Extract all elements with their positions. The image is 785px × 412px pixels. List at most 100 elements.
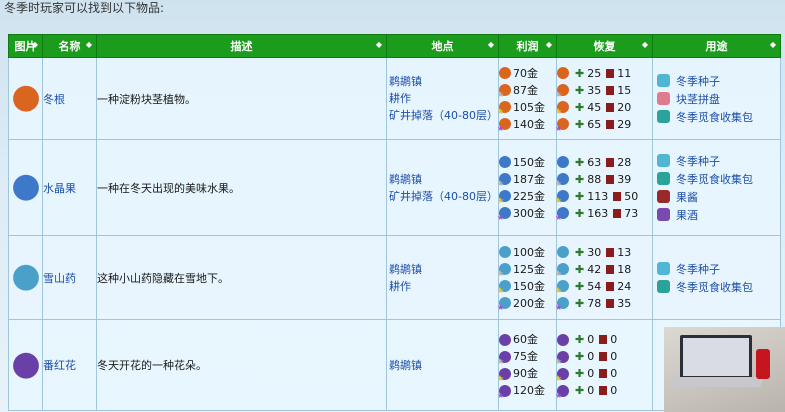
ad-thumbnail[interactable] bbox=[664, 327, 785, 412]
energy-icon: ✚ bbox=[575, 172, 585, 186]
location-link[interactable]: 鹈鹕镇 bbox=[387, 261, 498, 278]
soda-can-image bbox=[756, 349, 770, 379]
location-link[interactable]: 耕作 bbox=[387, 90, 498, 107]
quality-star-icon: ★ bbox=[497, 390, 505, 400]
use-link[interactable]: 果酱 bbox=[653, 188, 780, 206]
quality-star-icon: ★ bbox=[555, 390, 563, 400]
health-icon bbox=[606, 247, 615, 257]
health-value: 18 bbox=[617, 262, 632, 276]
quality-star-icon: ★ bbox=[497, 356, 505, 366]
quality-star-icon: ★ bbox=[497, 213, 505, 222]
energy-value: 30 bbox=[587, 245, 602, 259]
item-thumb-icon: ★ bbox=[555, 101, 569, 116]
quality-star-icon: ★ bbox=[497, 373, 505, 383]
location-link[interactable]: 耕作 bbox=[387, 278, 498, 295]
use-link[interactable]: 冬季觅食收集包 bbox=[653, 108, 780, 126]
location-link[interactable]: 鹈鹕镇 bbox=[387, 357, 498, 374]
quality-star-icon: ★ bbox=[497, 124, 505, 133]
profit-value: 140金 bbox=[513, 117, 545, 131]
use-item-icon bbox=[657, 92, 670, 105]
location-link[interactable]: 矿井掉落（40-80层） bbox=[387, 188, 498, 205]
item-image bbox=[12, 346, 39, 381]
item-thumb-icon: ★ bbox=[497, 84, 511, 99]
use-link[interactable]: 冬季种子 bbox=[653, 152, 780, 170]
table-row: 雪山药 这种小山药隐藏在雪地下。 鹈鹕镇 耕作 100金 ★ 125金 ★ 150金 ★ 200金 ✚… bbox=[8, 235, 781, 320]
energy-value: 0 bbox=[587, 350, 595, 363]
item-description: 这种小山药隐藏在雪地下。 bbox=[96, 235, 387, 320]
item-thumb-icon: ★ bbox=[497, 350, 511, 366]
energy-icon: ✚ bbox=[575, 66, 585, 80]
health-icon bbox=[613, 208, 622, 218]
use-link[interactable]: 冬季种子 bbox=[653, 72, 780, 90]
header-image[interactable]: 图片 ◆ bbox=[8, 34, 43, 58]
profit-value: 225金 bbox=[513, 189, 545, 203]
item-thumb-icon bbox=[499, 333, 511, 346]
header-profit[interactable]: 利润 ◆ bbox=[498, 34, 557, 58]
energy-icon: ✚ bbox=[575, 384, 585, 397]
use-link[interactable]: 冬季觅食收集包 bbox=[653, 278, 780, 296]
intro-text: 冬季时玩家可以找到以下物品: bbox=[4, 1, 165, 15]
item-thumb-icon bbox=[499, 246, 511, 258]
profit-value: 200金 bbox=[513, 296, 545, 310]
item-name[interactable]: 水晶果 bbox=[42, 139, 97, 236]
item-thumb-icon: ★ bbox=[555, 384, 569, 400]
item-thumb-icon: ★ bbox=[555, 207, 569, 222]
quality-star-icon: ★ bbox=[555, 303, 563, 312]
energy-value: 42 bbox=[587, 262, 602, 276]
profit-value: 120金 bbox=[513, 384, 545, 397]
use-link[interactable]: 冬季觅食收集包 bbox=[653, 170, 780, 188]
location-link[interactable]: 鹈鹕镇 bbox=[387, 171, 498, 188]
item-name[interactable]: 冬根 bbox=[42, 57, 97, 140]
energy-value: 78 bbox=[587, 296, 602, 310]
use-item-icon bbox=[657, 172, 670, 185]
energy-value: 54 bbox=[587, 279, 602, 293]
header-restore[interactable]: 恢复 ◆ bbox=[556, 34, 653, 58]
quality-star-icon: ★ bbox=[555, 124, 563, 133]
health-value: 11 bbox=[617, 66, 632, 80]
header-location[interactable]: 地点 ◆ bbox=[386, 34, 499, 58]
quality-star-icon: ★ bbox=[555, 356, 563, 366]
item-thumb-icon bbox=[499, 156, 511, 168]
energy-icon: ✚ bbox=[575, 100, 585, 114]
sort-icon: ◆ bbox=[641, 40, 648, 49]
location-link[interactable]: 矿井掉落（40-80层） bbox=[387, 107, 498, 124]
item-image bbox=[12, 80, 39, 114]
quality-star-icon: ★ bbox=[497, 286, 505, 295]
use-item-icon bbox=[657, 190, 670, 203]
energy-icon: ✚ bbox=[575, 296, 585, 310]
header-name[interactable]: 名称 ◆ bbox=[42, 34, 97, 58]
profit-value: 125金 bbox=[513, 262, 545, 276]
header-uses[interactable]: 用途 ◆ bbox=[652, 34, 781, 58]
item-name[interactable]: 番红花 bbox=[42, 319, 97, 411]
item-thumb-icon: ★ bbox=[497, 384, 511, 400]
use-item-icon bbox=[657, 74, 670, 87]
item-thumb-icon: ★ bbox=[555, 190, 569, 205]
health-icon bbox=[613, 191, 622, 201]
item-thumb-icon bbox=[557, 67, 569, 79]
item-name[interactable]: 雪山药 bbox=[42, 235, 97, 320]
quality-star-icon: ★ bbox=[497, 269, 505, 278]
use-link[interactable]: 块茎拼盘 bbox=[653, 90, 780, 108]
use-item-icon bbox=[657, 154, 670, 167]
use-link[interactable]: 冬季种子 bbox=[653, 260, 780, 278]
energy-value: 113 bbox=[587, 189, 609, 203]
profit-value: 100金 bbox=[513, 245, 545, 259]
use-item-icon bbox=[657, 208, 670, 221]
quality-star-icon: ★ bbox=[555, 196, 563, 205]
quality-star-icon: ★ bbox=[555, 213, 563, 222]
header-description[interactable]: 描述 ◆ bbox=[96, 34, 387, 58]
quality-star-icon: ★ bbox=[555, 107, 563, 116]
item-thumb-icon: ★ bbox=[497, 207, 511, 222]
use-link[interactable]: 果酒 bbox=[653, 206, 780, 224]
energy-value: 25 bbox=[587, 66, 602, 80]
health-icon bbox=[599, 335, 608, 344]
sort-icon: ◆ bbox=[85, 40, 92, 49]
energy-value: 63 bbox=[587, 155, 602, 169]
health-value: 15 bbox=[617, 83, 632, 97]
item-thumb-icon: ★ bbox=[497, 101, 511, 116]
profit-value: 150金 bbox=[513, 279, 545, 293]
health-icon bbox=[606, 281, 615, 291]
quality-star-icon: ★ bbox=[555, 90, 563, 99]
energy-value: 88 bbox=[587, 172, 602, 186]
location-link[interactable]: 鹈鹕镇 bbox=[387, 73, 498, 90]
